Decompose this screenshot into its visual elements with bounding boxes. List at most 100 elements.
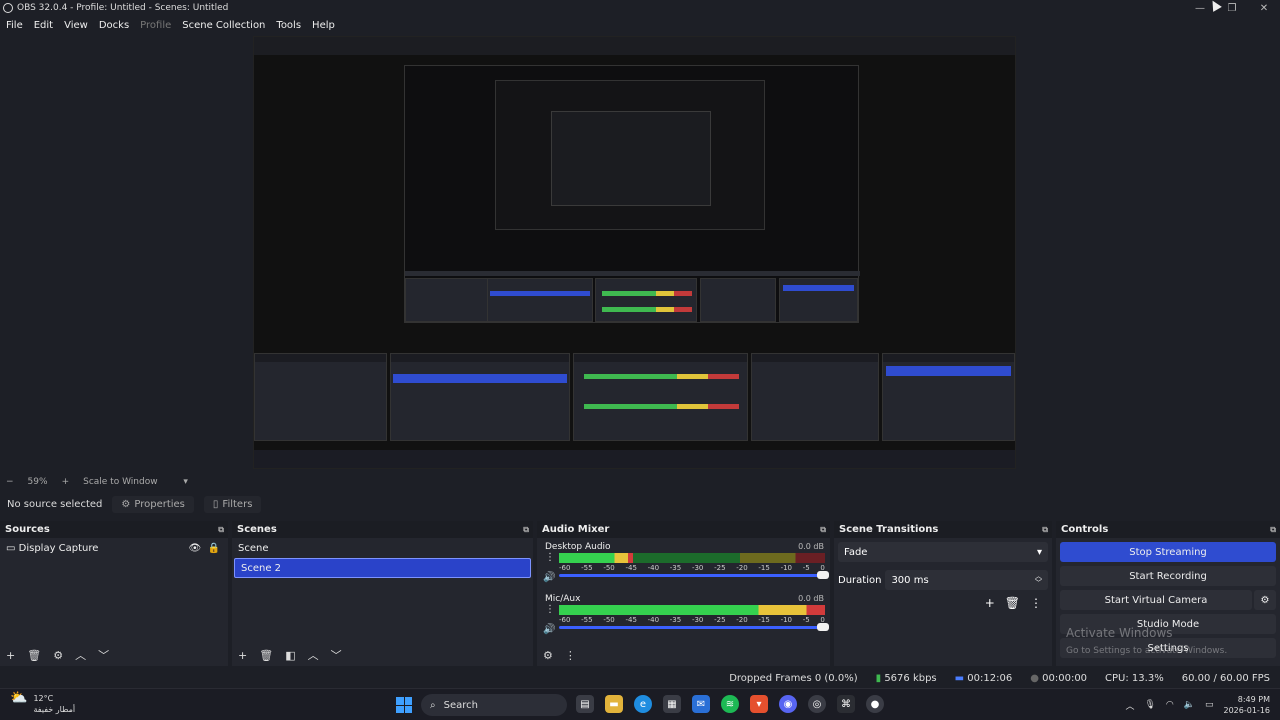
scale-mode-select[interactable]: Scale to Window ▾ [83, 477, 188, 487]
outlook-icon[interactable]: ✉ [692, 695, 710, 713]
zoom-in-button[interactable]: + [62, 477, 70, 487]
taskbar-clock[interactable]: 8:49 PM 2026-01-16 [1224, 694, 1271, 716]
transition-actions: + 🗑 ⋮ [834, 596, 1052, 610]
source-settings-button[interactable]: ⚙ [53, 649, 63, 662]
spotify-icon[interactable]: ≋ [721, 695, 739, 713]
mixer-menu-icon[interactable]: ⋮ [565, 649, 576, 662]
tick-label: -55 [581, 616, 593, 624]
track-menu-icon[interactable]: ⋮ [545, 604, 555, 615]
obs-taskbar-icon[interactable]: ◎ [808, 695, 826, 713]
meter-ticks: -60 -55 -50 -45 -40 -35 -30 -25 -20 -15 -10 -5 0 [559, 616, 825, 624]
source-item[interactable]: ▭ Display Capture 👁 🔒 [0, 538, 228, 558]
tick-label: -45 [625, 564, 637, 572]
filters-button[interactable]: ▯ Filters [203, 495, 262, 513]
tick-label: -45 [625, 616, 637, 624]
menu-view[interactable]: View [64, 20, 88, 31]
tick-label: -15 [758, 616, 770, 624]
mixer-footer: ⚙ ⋮ [537, 644, 830, 666]
stop-streaming-button[interactable]: Stop Streaming [1060, 542, 1276, 562]
app-icon[interactable]: ● [866, 695, 884, 713]
title-bar: OBS 32.0.4 - Profile: Untitled - Scenes:… [0, 0, 1280, 16]
remove-transition-button[interactable]: 🗑 [1005, 596, 1020, 610]
cpu-usage: CPU: 13.3% [1105, 672, 1164, 684]
menu-help[interactable]: Help [312, 20, 335, 31]
speaker-icon[interactable]: 🔊 [543, 624, 555, 635]
lock-icon[interactable]: 🔒 [208, 543, 220, 554]
brave-icon[interactable]: ▾ [750, 695, 768, 713]
spinner-icon[interactable]: ︿ ﹀ [1035, 573, 1042, 587]
scene-item-selected[interactable]: Scene 2 [234, 558, 531, 578]
mic-muted-icon[interactable]: 🎙 [1144, 700, 1155, 710]
scenes-dock: Scenes ⧉ Scene Scene 2 + 🗑 ◧ ︿ ﹀ [232, 521, 533, 666]
menu-docks[interactable]: Docks [99, 20, 129, 31]
window-title: OBS 32.0.4 - Profile: Untitled - Scenes:… [17, 3, 229, 13]
start-recording-button[interactable]: Start Recording [1060, 566, 1276, 586]
chevron-up-icon[interactable]: ︿ [1125, 699, 1134, 712]
menu-scene-collection[interactable]: Scene Collection [182, 20, 265, 31]
tick-label: -25 [714, 564, 726, 572]
menu-tools[interactable]: Tools [276, 20, 301, 31]
remove-scene-button[interactable]: 🗑 [259, 649, 273, 662]
advanced-audio-icon[interactable]: ⚙ [543, 649, 553, 662]
menu-edit[interactable]: Edit [34, 20, 53, 31]
wifi-icon[interactable]: ◠ [1166, 700, 1174, 710]
scene-filter-button[interactable]: ◧ [285, 649, 295, 662]
move-up-button[interactable]: ︿ [75, 647, 86, 663]
volume-slider-handle[interactable] [817, 623, 829, 631]
add-scene-button[interactable]: + [238, 649, 247, 662]
edge-icon[interactable]: e [634, 695, 652, 713]
zoom-out-button[interactable]: − [6, 477, 14, 487]
dock-popout-icon[interactable]: ⧉ [1042, 525, 1048, 535]
start-virtual-camera-button[interactable]: Start Virtual Camera [1060, 590, 1252, 610]
nested-sources [405, 278, 493, 322]
dock-popout-icon[interactable]: ⧉ [218, 525, 224, 535]
maximize-button[interactable]: ❐ [1216, 0, 1248, 16]
volume-slider-handle[interactable] [817, 571, 829, 579]
task-view-icon[interactable]: ▤ [576, 695, 594, 713]
zoom-level: 59% [27, 477, 48, 487]
preview-area[interactable] [0, 34, 1280, 474]
file-explorer-icon[interactable]: ▬ [605, 695, 623, 713]
tick-label: -10 [780, 616, 792, 624]
speaker-icon[interactable]: 🔊 [543, 572, 555, 583]
dock-popout-icon[interactable]: ⧉ [523, 525, 529, 535]
add-transition-button[interactable]: + [985, 596, 995, 610]
move-down-button[interactable]: ﹀ [331, 647, 342, 663]
properties-button[interactable]: ⚙ Properties [112, 495, 194, 513]
menu-bar: File Edit View Docks Profile Scene Colle… [0, 16, 1280, 34]
nested-title-bar [254, 37, 1015, 47]
weather-widget[interactable]: ⛅ 12°C أمطار خفيفة [10, 691, 75, 715]
volume-slider[interactable] [559, 623, 829, 631]
watermark-title: Activate Windows [1066, 626, 1173, 640]
close-button[interactable]: ✕ [1248, 0, 1280, 16]
volume-slider[interactable] [559, 571, 829, 579]
menu-file[interactable]: File [6, 20, 23, 31]
add-source-button[interactable]: + [6, 649, 15, 662]
scene-item[interactable]: Scene [232, 538, 533, 558]
taskbar-search[interactable]: ⌕ Search [421, 694, 567, 716]
transition-menu-icon[interactable]: ⋮ [1030, 596, 1042, 610]
transition-select[interactable]: Fade ▾ [838, 542, 1048, 562]
transition-value: Fade [844, 546, 868, 558]
menu-profile[interactable]: Profile [140, 20, 171, 31]
battery-icon[interactable]: ▭ [1205, 700, 1214, 710]
move-up-button[interactable]: ︿ [308, 647, 319, 663]
scale-mode-label: Scale to Window [83, 477, 158, 487]
move-down-button[interactable]: ﹀ [98, 647, 109, 663]
store-icon[interactable]: ▦ [663, 695, 681, 713]
nested-controls [779, 278, 858, 322]
dock-popout-icon[interactable]: ⧉ [1270, 525, 1276, 535]
nested-meter-1 [602, 291, 692, 296]
track-menu-icon[interactable]: ⋮ [545, 552, 555, 563]
track-name: Mic/Aux [545, 594, 581, 604]
python-icon[interactable]: ⌘ [837, 695, 855, 713]
volume-icon[interactable]: 🔈 [1184, 700, 1195, 710]
nested-mixer [595, 278, 697, 322]
dock-popout-icon[interactable]: ⧉ [820, 525, 826, 535]
remove-source-button[interactable]: 🗑 [27, 649, 41, 662]
virtual-camera-settings-icon[interactable]: ⚙ [1254, 590, 1276, 610]
discord-icon[interactable]: ◉ [779, 695, 797, 713]
duration-input[interactable]: 300 ms ︿ ﹀ [885, 570, 1048, 590]
windows-start-icon[interactable] [396, 697, 412, 713]
eye-icon[interactable]: 👁 [188, 543, 201, 554]
